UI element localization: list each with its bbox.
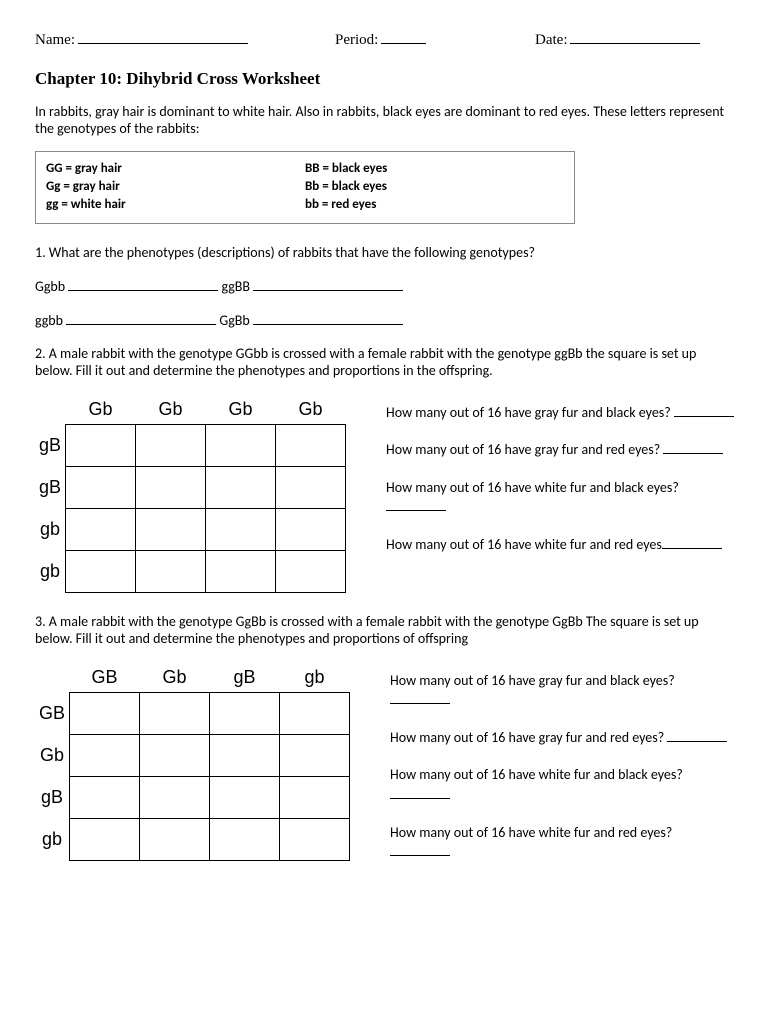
- punnett-cell[interactable]: [70, 692, 140, 734]
- punnett-header: Gb: [276, 395, 346, 425]
- key-item: bb = red eyes: [305, 196, 564, 214]
- punnett-cell[interactable]: [140, 734, 210, 776]
- question-2: 2. A male rabbit with the genotype GGbb …: [35, 345, 735, 379]
- sub-question: How many out of 16 have white fur and bl…: [390, 766, 683, 783]
- punnett-cell[interactable]: [280, 776, 350, 818]
- punnett-cell[interactable]: [280, 734, 350, 776]
- answer-input[interactable]: [667, 728, 727, 742]
- punnett-cell[interactable]: [276, 550, 346, 592]
- punnett-side: gB: [35, 466, 66, 508]
- punnett-cell[interactable]: [276, 424, 346, 466]
- answer-input[interactable]: [674, 403, 734, 417]
- punnett-cell[interactable]: [66, 550, 136, 592]
- punnett-side: gb: [35, 550, 66, 592]
- punnett-square-2: Gb Gb Gb Gb gB gB gb gb: [35, 395, 346, 593]
- key-item: BB = black eyes: [305, 160, 564, 178]
- key-item: Bb = black eyes: [305, 178, 564, 196]
- punnett-cell[interactable]: [136, 424, 206, 466]
- q1-genotype: ggbb: [35, 312, 63, 329]
- key-item: Gg = gray hair: [46, 178, 305, 196]
- sub-question: How many out of 16 have gray fur and red…: [386, 441, 660, 458]
- punnett-header: gB: [210, 663, 280, 693]
- punnett-side: gB: [35, 776, 70, 818]
- punnett-side: gb: [35, 818, 70, 860]
- punnett-cell[interactable]: [276, 508, 346, 550]
- name-label: Name:: [35, 32, 75, 49]
- punnett-header: Gb: [66, 395, 136, 425]
- sub-question: How many out of 16 have white fur and bl…: [386, 479, 679, 496]
- question-1: 1. What are the phenotypes (descriptions…: [35, 244, 735, 261]
- punnett-header: GB: [70, 663, 140, 693]
- punnett-header: gb: [280, 663, 350, 693]
- sub-question: How many out of 16 have white fur and re…: [390, 824, 672, 841]
- punnett-header: Gb: [206, 395, 276, 425]
- punnett-cell[interactable]: [70, 818, 140, 860]
- q1-genotype: ggBB: [221, 278, 250, 295]
- punnett-cell[interactable]: [276, 466, 346, 508]
- page-title: Chapter 10: Dihybrid Cross Worksheet: [35, 69, 735, 89]
- sub-question: How many out of 16 have gray fur and bla…: [390, 672, 675, 689]
- name-input[interactable]: [78, 30, 248, 44]
- intro-text: In rabbits, gray hair is dominant to whi…: [35, 103, 735, 137]
- punnett-side: Gb: [35, 734, 70, 776]
- answer-input[interactable]: [662, 535, 722, 549]
- period-input[interactable]: [381, 30, 426, 44]
- punnett-side: gB: [35, 424, 66, 466]
- q1-genotype: Ggbb: [35, 278, 65, 295]
- q1-answer-input[interactable]: [253, 311, 403, 325]
- q1-answer-input[interactable]: [253, 277, 403, 291]
- punnett-side: gb: [35, 508, 66, 550]
- punnett-cell[interactable]: [210, 734, 280, 776]
- sub-question: How many out of 16 have white fur and re…: [386, 536, 662, 553]
- answer-input[interactable]: [390, 690, 450, 704]
- genotype-key-box: GG = gray hair Gg = gray hair gg = white…: [35, 151, 575, 224]
- answer-input[interactable]: [663, 440, 723, 454]
- punnett-cell[interactable]: [66, 508, 136, 550]
- q1-genotype: GgBb: [219, 312, 249, 329]
- punnett-cell[interactable]: [66, 424, 136, 466]
- punnett-header: Gb: [136, 395, 206, 425]
- punnett-cell[interactable]: [136, 508, 206, 550]
- punnett-cell[interactable]: [140, 692, 210, 734]
- header-fields: Name: Period: Date:: [35, 30, 735, 49]
- punnett-cell[interactable]: [206, 424, 276, 466]
- punnett-cell[interactable]: [206, 466, 276, 508]
- answer-input[interactable]: [390, 785, 450, 799]
- punnett-cell[interactable]: [140, 776, 210, 818]
- period-label: Period:: [335, 32, 378, 49]
- punnett-cell[interactable]: [210, 776, 280, 818]
- punnett-cell[interactable]: [66, 466, 136, 508]
- key-item: GG = gray hair: [46, 160, 305, 178]
- key-item: gg = white hair: [46, 196, 305, 214]
- punnett-square-3: GB Gb gB gb GB Gb gB gb: [35, 663, 350, 861]
- sub-question: How many out of 16 have gray fur and bla…: [386, 404, 671, 421]
- punnett-cell[interactable]: [140, 818, 210, 860]
- date-label: Date:: [535, 32, 567, 49]
- question-3: 3. A male rabbit with the genotype GgBb …: [35, 613, 735, 647]
- punnett-cell[interactable]: [70, 776, 140, 818]
- sub-question: How many out of 16 have gray fur and red…: [390, 729, 664, 746]
- answer-input[interactable]: [386, 497, 446, 511]
- answer-input[interactable]: [390, 842, 450, 856]
- date-input[interactable]: [570, 30, 700, 44]
- punnett-header: Gb: [140, 663, 210, 693]
- punnett-cell[interactable]: [280, 818, 350, 860]
- q1-answer-input[interactable]: [66, 311, 216, 325]
- punnett-cell[interactable]: [210, 818, 280, 860]
- punnett-cell[interactable]: [210, 692, 280, 734]
- punnett-cell[interactable]: [70, 734, 140, 776]
- punnett-cell[interactable]: [206, 508, 276, 550]
- punnett-cell[interactable]: [206, 550, 276, 592]
- punnett-cell[interactable]: [280, 692, 350, 734]
- q1-answer-input[interactable]: [68, 277, 218, 291]
- punnett-cell[interactable]: [136, 466, 206, 508]
- punnett-side: GB: [35, 692, 70, 734]
- punnett-cell[interactable]: [136, 550, 206, 592]
